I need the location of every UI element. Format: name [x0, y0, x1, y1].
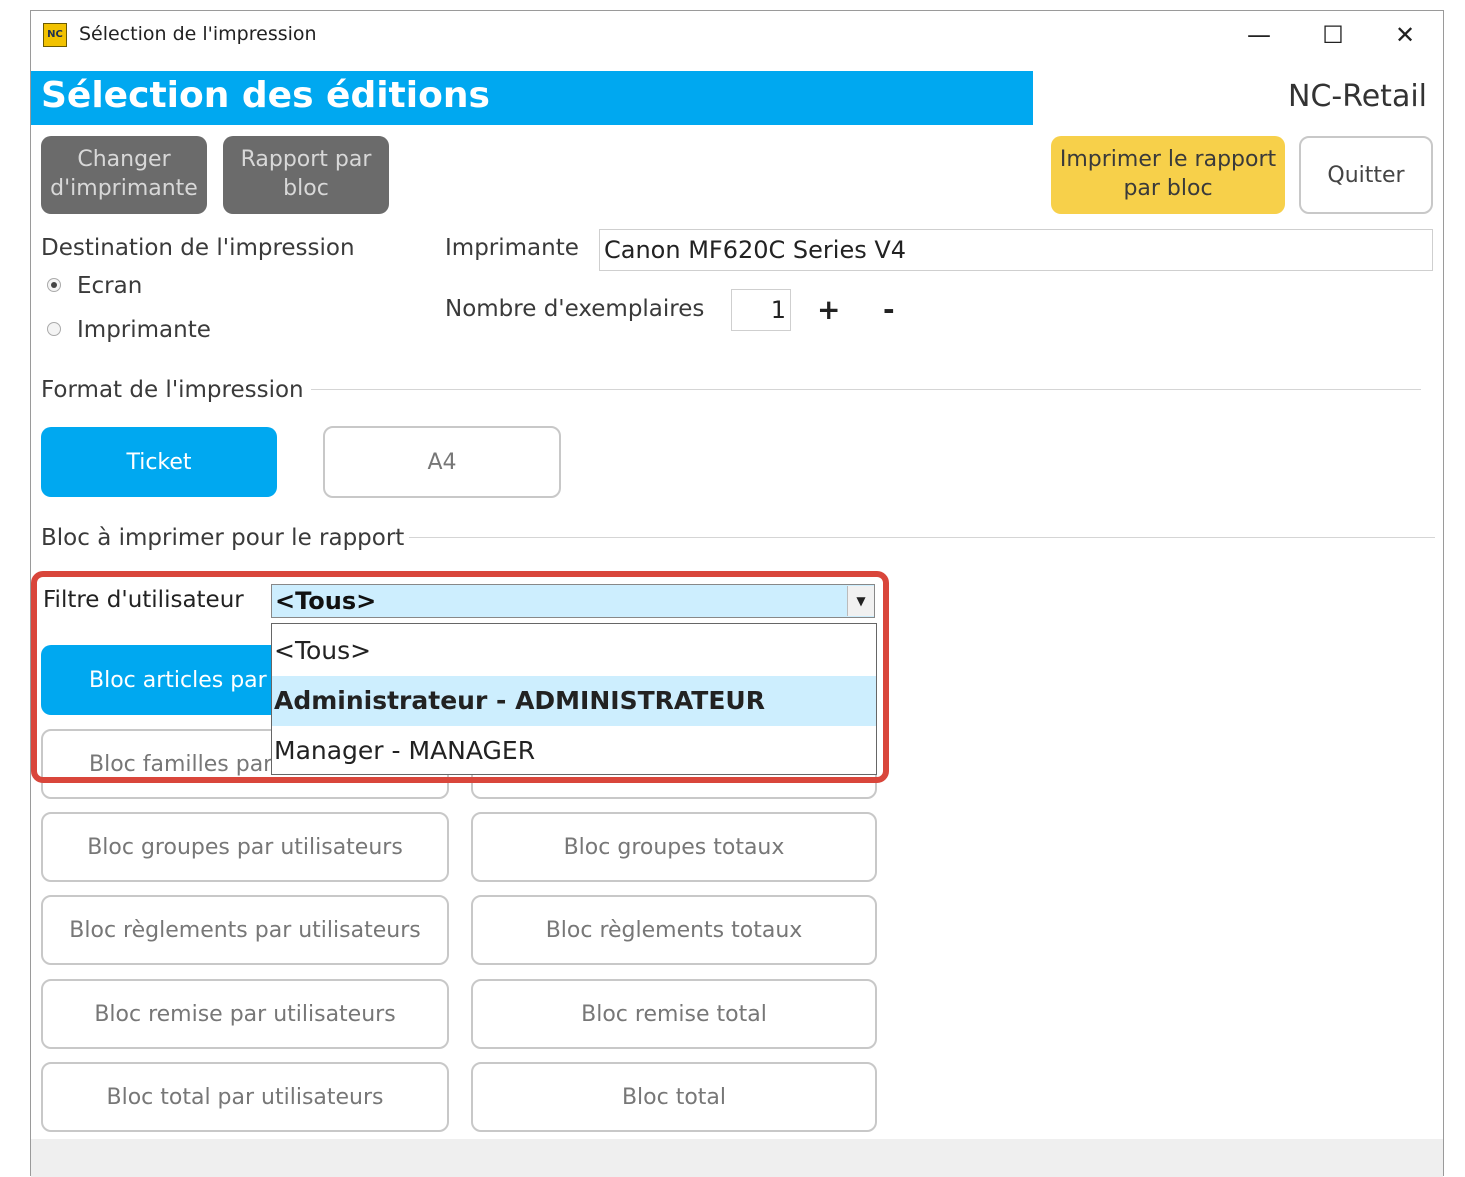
- destination-label: Destination de l'impression: [41, 235, 355, 261]
- copies-minus-button[interactable]: -: [883, 293, 895, 326]
- maximize-icon[interactable]: ☐: [1311, 17, 1355, 53]
- change-printer-button[interactable]: Changer d'imprimante: [41, 136, 207, 214]
- block-payments-total-button[interactable]: Bloc règlements totaux: [471, 895, 877, 965]
- report-by-block-button[interactable]: Rapport par bloc: [223, 136, 389, 214]
- copies-plus-button[interactable]: +: [817, 293, 840, 326]
- copies-input[interactable]: 1: [731, 289, 791, 331]
- print-selection-window: NC Sélection de l'impression — ☐ ✕ Sélec…: [30, 10, 1444, 1177]
- app-icon: NC: [43, 23, 67, 47]
- radio-screen[interactable]: [47, 278, 61, 292]
- radio-printer[interactable]: [47, 322, 61, 336]
- window-title: Sélection de l'impression: [79, 23, 317, 45]
- annotation-highlight-box: [31, 571, 889, 783]
- status-bar: [31, 1139, 1443, 1177]
- quit-button[interactable]: Quitter: [1299, 136, 1433, 214]
- block-discount-total-button[interactable]: Bloc remise total: [471, 979, 877, 1049]
- title-bar: NC Sélection de l'impression — ☐ ✕: [31, 11, 1443, 61]
- a4-format-button[interactable]: A4: [323, 426, 561, 498]
- block-discount-by-user-button[interactable]: Bloc remise par utilisateurs: [41, 979, 449, 1049]
- minimize-icon[interactable]: —: [1237, 17, 1281, 53]
- print-report-button[interactable]: Imprimer le rapport par bloc: [1051, 136, 1285, 214]
- block-total-by-user-button[interactable]: Bloc total par utilisateurs: [41, 1062, 449, 1132]
- copies-label: Nombre d'exemplaires: [445, 296, 705, 322]
- close-icon[interactable]: ✕: [1383, 17, 1427, 53]
- block-payments-by-user-button[interactable]: Bloc règlements par utilisateurs: [41, 895, 449, 965]
- brand-label: NC-Retail: [1288, 79, 1427, 114]
- page-banner: Sélection des éditions: [31, 71, 1033, 125]
- block-groups-total-button[interactable]: Bloc groupes totaux: [471, 812, 877, 882]
- block-total-button[interactable]: Bloc total: [471, 1062, 877, 1132]
- blocks-label: Bloc à imprimer pour le rapport: [41, 525, 405, 551]
- format-divider: [311, 389, 1421, 390]
- blocks-divider: [409, 537, 1435, 538]
- format-label: Format de l'impression: [41, 377, 304, 403]
- page-title: Sélection des éditions: [41, 75, 490, 116]
- radio-printer-label[interactable]: Imprimante: [77, 317, 211, 343]
- printer-label: Imprimante: [445, 235, 579, 261]
- block-groups-by-user-button[interactable]: Bloc groupes par utilisateurs: [41, 812, 449, 882]
- ticket-format-button[interactable]: Ticket: [41, 427, 277, 497]
- radio-screen-label[interactable]: Ecran: [77, 273, 142, 299]
- printer-field[interactable]: Canon MF620C Series V4: [599, 229, 1433, 271]
